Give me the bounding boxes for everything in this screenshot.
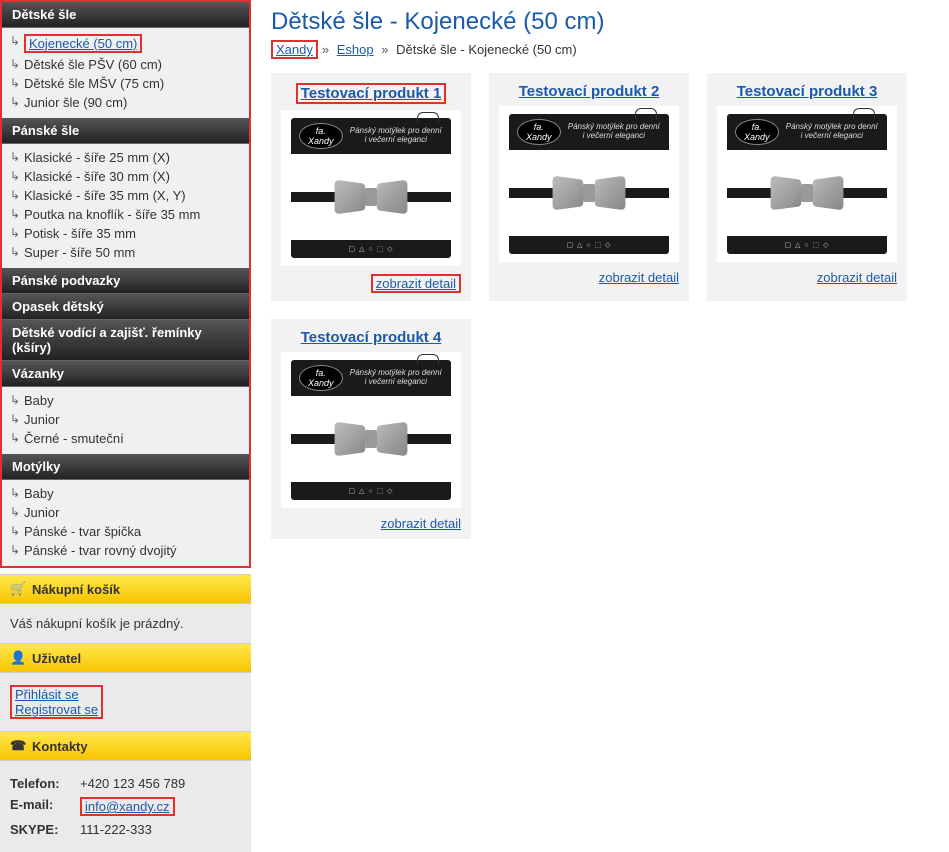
- skype-label: SKYPE:: [10, 822, 80, 837]
- product-image[interactable]: fa. XandyPánský motýlek pro denní i veče…: [499, 106, 679, 262]
- cat-item[interactable]: Klasické - šíře 30 mm (X): [2, 167, 249, 186]
- cart-icon: 🛒: [10, 581, 26, 597]
- cat-item[interactable]: Junior: [2, 503, 249, 522]
- product-image[interactable]: fa. XandyPánský motýlek pro denní i veče…: [717, 106, 897, 262]
- cat-item[interactable]: Super - šíře 50 mm: [2, 243, 249, 262]
- user-icon: 👤: [10, 650, 26, 666]
- cart-header: 🛒 Nákupní košík: [0, 574, 251, 604]
- product-card: Testovací produkt 3 fa. XandyPánský motý…: [707, 73, 907, 301]
- cat-item[interactable]: Pánské - tvar rovný dvojitý: [2, 541, 249, 560]
- skype-value: 111-222-333: [80, 822, 152, 837]
- contacts-body: Telefon: +420 123 456 789 E-mail: info@x…: [0, 761, 251, 852]
- crumb-home[interactable]: Xandy: [276, 42, 313, 57]
- user-box: 👤 Uživatel Přihlásit se Registrovat se: [0, 643, 251, 731]
- cat-header-ksiry[interactable]: Dětské vodící a zajišť. řemínky (kšíry): [2, 320, 249, 361]
- cart-empty-text: Váš nákupní košík je prázdný.: [10, 616, 183, 631]
- main-content: Dětské šle - Kojenecké (50 cm) Xandy» Es…: [251, 0, 949, 539]
- cat-item[interactable]: Dětské šle PŠV (60 cm): [2, 55, 249, 74]
- cat-item[interactable]: Černé - smuteční: [2, 429, 249, 448]
- cart-box: 🛒 Nákupní košík Váš nákupní košík je prá…: [0, 574, 251, 643]
- user-header: 👤 Uživatel: [0, 643, 251, 673]
- cat-item[interactable]: Baby: [2, 484, 249, 503]
- email-label: E-mail:: [10, 797, 80, 816]
- contacts-box: ☎ Kontakty Telefon: +420 123 456 789 E-m…: [0, 731, 251, 852]
- cat-item[interactable]: Poutka na knoflík - šíře 35 mm: [2, 205, 249, 224]
- page-title: Dětské šle - Kojenecké (50 cm): [271, 8, 949, 36]
- cat-item[interactable]: Dětské šle MŠV (75 cm): [2, 74, 249, 93]
- product-card: Testovací produkt 4 fa. XandyPánský motý…: [271, 319, 471, 539]
- sidebar: Dětské šle Kojenecké (50 cm) Dětské šle …: [0, 0, 251, 852]
- crumb-eshop[interactable]: Eshop: [337, 42, 374, 57]
- cart-body: Váš nákupní košík je prázdný.: [0, 604, 251, 643]
- register-link[interactable]: Registrovat se: [15, 702, 98, 717]
- product-card: Testovací produkt 2 fa. XandyPánský motý…: [489, 73, 689, 301]
- product-title-link[interactable]: Testovací produkt 2: [519, 83, 660, 100]
- cat-item-kojenecke[interactable]: Kojenecké (50 cm): [2, 32, 249, 55]
- detail-link[interactable]: zobrazit detail: [599, 270, 679, 285]
- cat-item[interactable]: Junior: [2, 410, 249, 429]
- product-image[interactable]: fa. XandyPánský motýlek pro denní i veče…: [281, 352, 461, 508]
- category-nav: Dětské šle Kojenecké (50 cm) Dětské šle …: [0, 0, 251, 568]
- cat-header-podvazky[interactable]: Pánské podvazky: [2, 268, 249, 294]
- contacts-header: ☎ Kontakty: [0, 731, 251, 761]
- cat-header-panske-sle[interactable]: Pánské šle: [2, 118, 249, 144]
- cat-header-motylky[interactable]: Motýlky: [2, 454, 249, 480]
- breadcrumb: Xandy» Eshop » Dětské šle - Kojenecké (5…: [271, 40, 949, 59]
- cat-item[interactable]: Klasické - šíře 35 mm (X, Y): [2, 186, 249, 205]
- product-title-link[interactable]: Testovací produkt 3: [737, 83, 878, 100]
- product-card: Testovací produkt 1 fa. XandyPánský motý…: [271, 73, 471, 301]
- phone-icon: ☎: [10, 738, 26, 754]
- email-link[interactable]: info@xandy.cz: [85, 799, 170, 814]
- user-body: Přihlásit se Registrovat se: [0, 673, 251, 731]
- detail-link[interactable]: zobrazit detail: [381, 516, 461, 531]
- detail-link[interactable]: zobrazit detail: [817, 270, 897, 285]
- cat-item[interactable]: Junior šle (90 cm): [2, 93, 249, 112]
- product-title-link[interactable]: Testovací produkt 1: [301, 85, 442, 102]
- cat-item[interactable]: Klasické - šíře 25 mm (X): [2, 148, 249, 167]
- cat-item[interactable]: Baby: [2, 391, 249, 410]
- product-title-link[interactable]: Testovací produkt 4: [301, 329, 442, 346]
- cat-item[interactable]: Pánské - tvar špička: [2, 522, 249, 541]
- product-image[interactable]: fa. XandyPánský motýlek pro denní i veče…: [281, 110, 461, 266]
- crumb-current: Dětské šle - Kojenecké (50 cm): [396, 42, 577, 57]
- login-link[interactable]: Přihlásit se: [15, 687, 79, 702]
- cat-header-vazanky[interactable]: Vázanky: [2, 361, 249, 387]
- cat-item[interactable]: Potisk - šíře 35 mm: [2, 224, 249, 243]
- cat-header-opasek[interactable]: Opasek dětský: [2, 294, 249, 320]
- product-grid: Testovací produkt 1 fa. XandyPánský motý…: [271, 73, 949, 539]
- detail-link[interactable]: zobrazit detail: [376, 276, 456, 291]
- cat-header-detske-sle[interactable]: Dětské šle: [2, 2, 249, 28]
